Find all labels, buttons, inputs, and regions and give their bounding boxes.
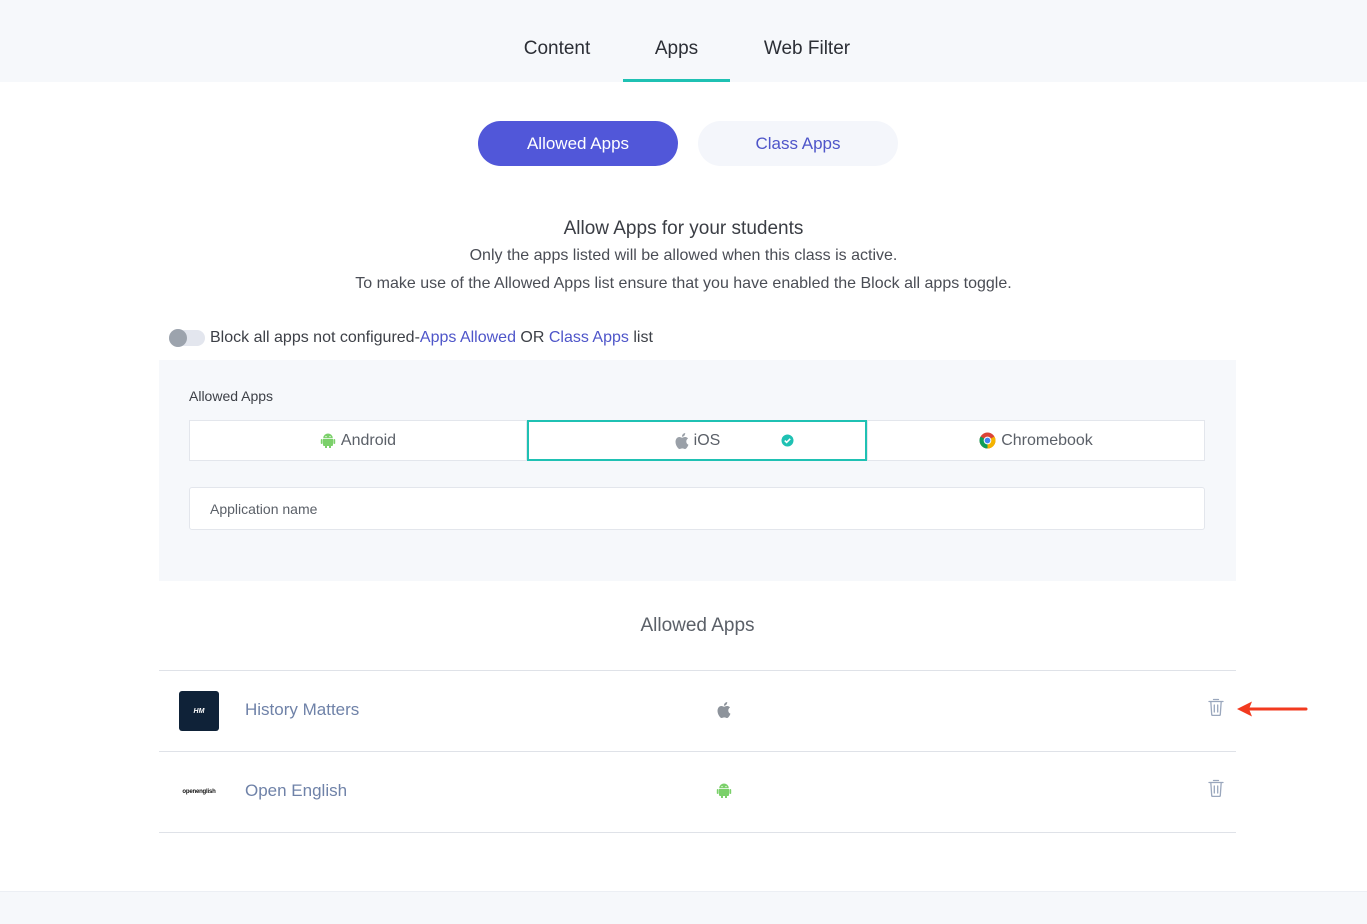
block-all-apps-row: Block all apps not configured- Apps Allow… <box>169 329 653 347</box>
list-suffix-text: list <box>628 329 653 346</box>
selected-check-icon <box>781 434 794 452</box>
platform-android-label: Android <box>340 431 397 449</box>
platform-ios-label: iOS <box>693 431 721 449</box>
chrome-icon <box>979 432 996 449</box>
platform-selector: Android iOS Chromebook <box>189 420 1205 461</box>
class-apps-button[interactable]: Class Apps <box>698 121 898 166</box>
intro-title: Allow Apps for your students <box>563 218 804 239</box>
apps-allowed-link[interactable]: Apps Allowed <box>420 329 516 347</box>
list-item: HM History Matters <box>159 670 1236 751</box>
platform-android[interactable]: Android <box>189 420 527 461</box>
apple-icon <box>716 702 731 723</box>
block-all-apps-text: Block all apps not configured- <box>210 329 420 346</box>
trash-icon <box>1208 779 1224 798</box>
class-apps-link[interactable]: Class Apps <box>549 329 629 347</box>
allowed-apps-button[interactable]: Allowed Apps <box>478 121 678 166</box>
intro-line-1: Only the apps listed will be allowed whe… <box>469 247 898 264</box>
toggle-knob <box>169 329 187 347</box>
app-name: Open English <box>245 781 348 800</box>
platform-chromebook-label: Chromebook <box>1001 431 1093 449</box>
block-all-apps-toggle[interactable] <box>169 329 205 347</box>
android-icon <box>320 433 336 449</box>
application-name-input[interactable] <box>189 487 1205 530</box>
or-text: OR <box>515 329 549 346</box>
tab-web-filter[interactable]: Web Filter <box>750 38 864 82</box>
tab-apps[interactable]: Apps <box>623 38 730 82</box>
app-name: History Matters <box>245 700 360 719</box>
delete-app-button[interactable] <box>1208 778 1224 803</box>
list-item: openenglish Open English <box>159 751 1236 833</box>
app-logo-history-matters: HM <box>179 691 219 731</box>
allowed-apps-list-title: Allowed Apps <box>640 615 755 636</box>
intro-line-2: To make use of the Allowed Apps list ens… <box>355 275 1012 292</box>
delete-app-button[interactable] <box>1208 697 1224 722</box>
top-navigation: Content Apps Web Filter <box>0 0 1367 82</box>
red-arrow-icon <box>1237 701 1308 717</box>
platform-ios[interactable]: iOS <box>527 420 867 461</box>
platform-chromebook[interactable]: Chromebook <box>867 420 1205 461</box>
tab-content[interactable]: Content <box>512 38 602 82</box>
android-icon <box>716 783 732 804</box>
allowed-apps-panel: Allowed Apps Android iOS Chromebook <box>159 360 1236 581</box>
apple-icon <box>674 432 689 449</box>
panel-label: Allowed Apps <box>189 388 274 404</box>
app-logo-open-english: openenglish <box>179 772 219 812</box>
page-footer-strip <box>0 891 1367 924</box>
trash-icon <box>1208 698 1224 717</box>
